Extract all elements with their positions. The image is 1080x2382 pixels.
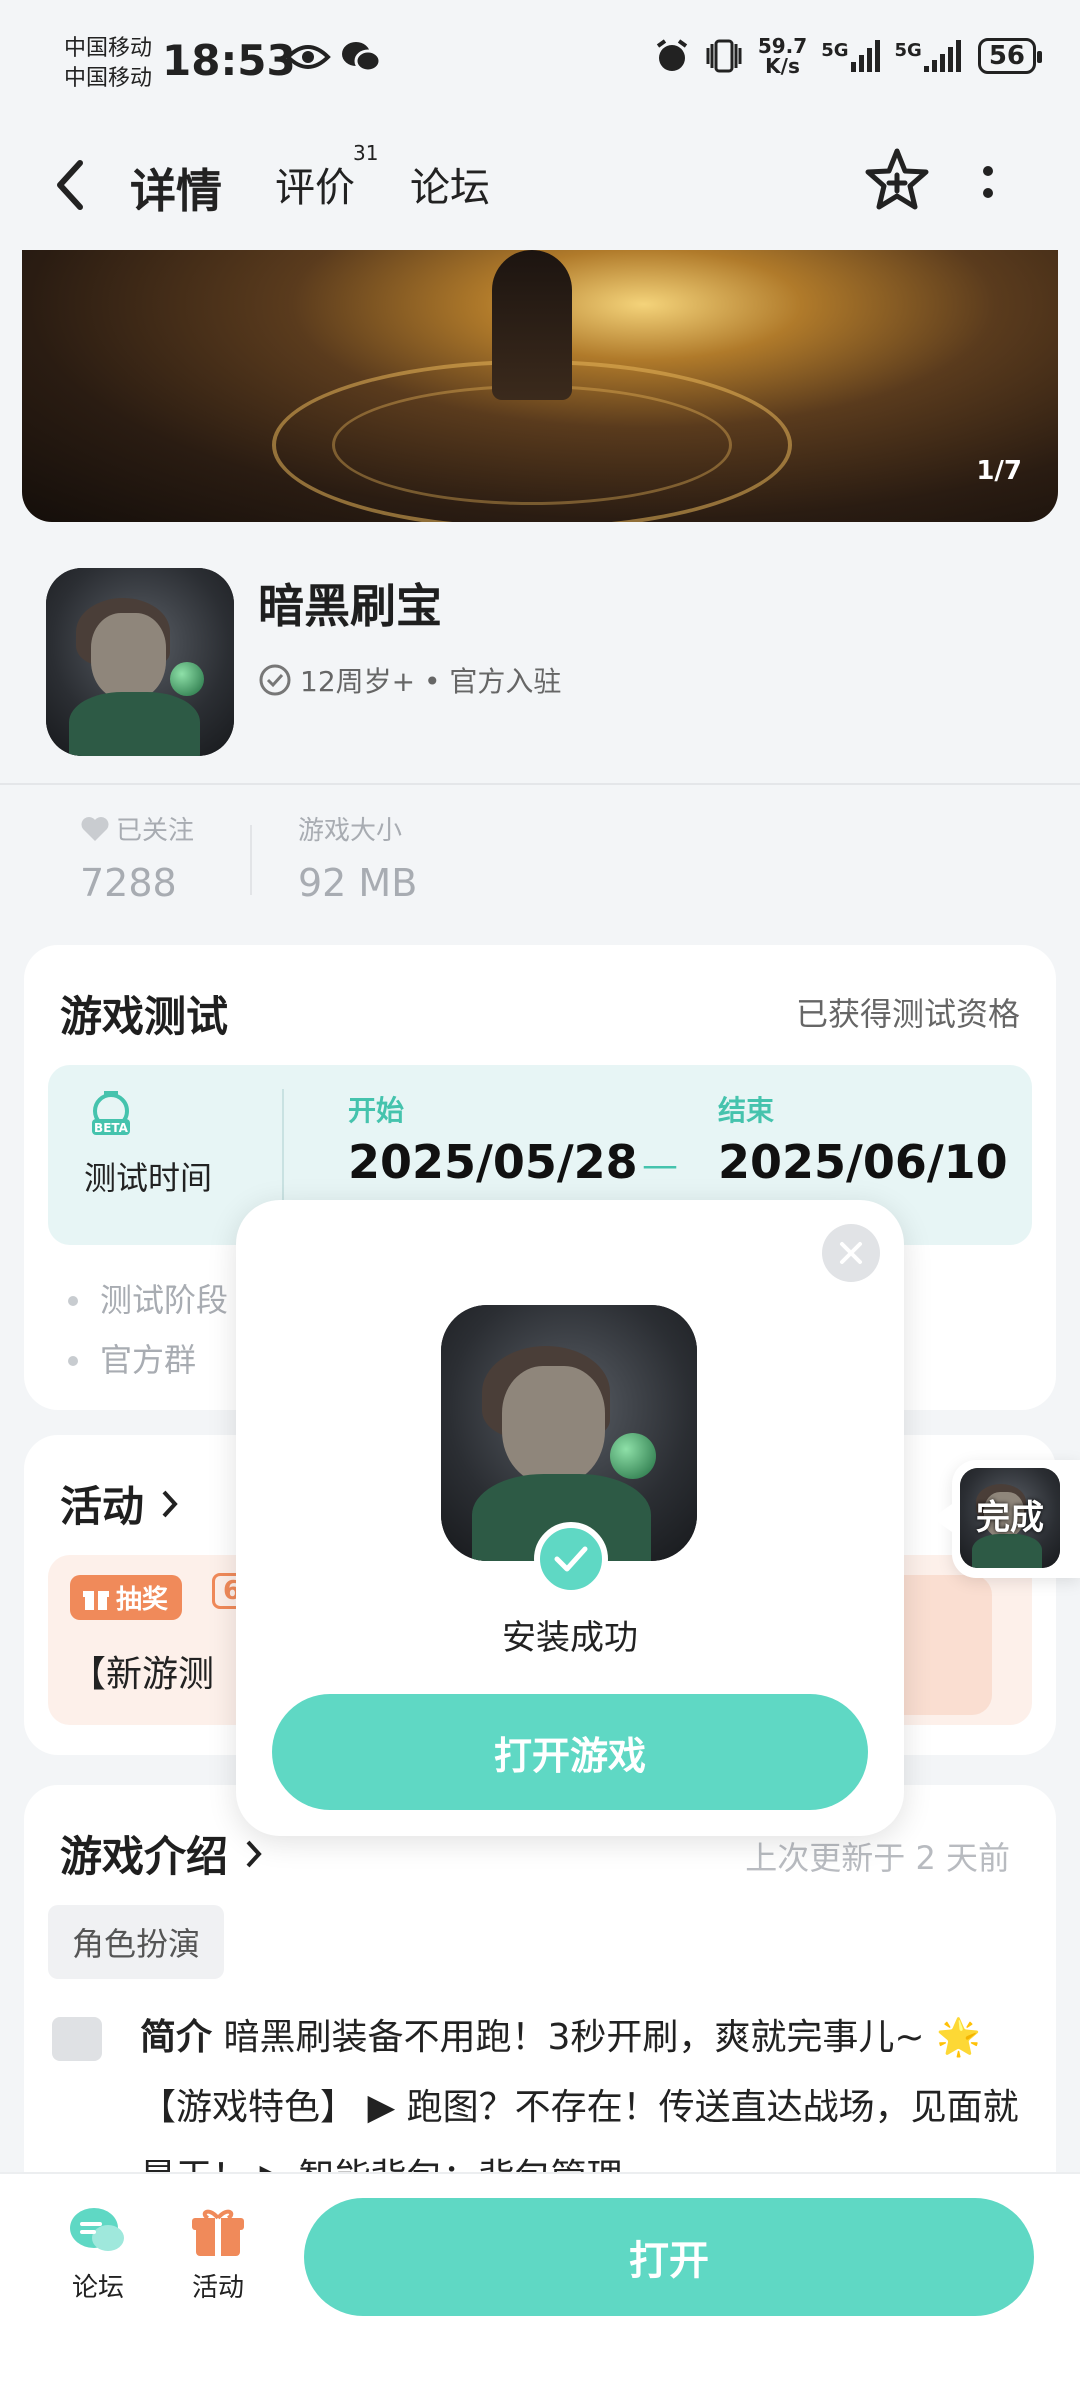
clock: 18:53: [162, 36, 296, 85]
more-vertical-icon: [983, 166, 993, 198]
follow-label: 已关注: [116, 816, 195, 846]
status-icons-left: [285, 40, 381, 74]
gift-icon: [192, 2209, 244, 2256]
test-time-label: 测试时间: [84, 1159, 213, 1197]
install-success-text: 安装成功: [502, 1618, 638, 1658]
more-button[interactable]: [978, 153, 1018, 213]
float-label: 完成: [976, 1498, 1044, 1538]
test-title: 游戏测试: [60, 992, 229, 1041]
activity-text: 【新游测: [70, 1654, 215, 1695]
bottom-forum-button[interactable]: 论坛: [66, 2204, 130, 2304]
tab-forum[interactable]: 论坛: [410, 155, 490, 213]
checkmark-icon: [534, 1522, 608, 1596]
carrier-2: 中国移动: [64, 66, 153, 91]
test-start: 开始 2025/05/28: [348, 1094, 638, 1189]
star-plus-icon: [865, 148, 929, 210]
beta-icon: BETA: [92, 1091, 130, 1135]
install-done-float[interactable]: 完成: [932, 1460, 1080, 1578]
size-value: 92 MB: [298, 861, 418, 905]
arrow-right-icon: —: [642, 1145, 678, 1186]
list-item: 测试阶段: [68, 1270, 228, 1330]
genre-tag[interactable]: 角色扮演: [48, 1905, 225, 1979]
status-icons-right: 59.7 K/s 5G 5G 56: [654, 34, 1043, 78]
test-start-date: 2025/05/28: [348, 1135, 638, 1189]
close-button[interactable]: [822, 1224, 880, 1282]
signal-bars-icon: [850, 40, 880, 72]
app-name: 暗黑刷宝: [258, 579, 442, 633]
open-game-button[interactable]: 打开游戏: [272, 1694, 868, 1810]
size-label: 游戏大小: [298, 816, 403, 846]
size-stat: 游戏大小 92 MB: [298, 810, 417, 905]
gift-icon: [83, 1590, 109, 1610]
open-button[interactable]: 打开: [304, 2198, 1034, 2316]
signal-bars-icon: [923, 40, 961, 72]
follow-count: 7288: [80, 861, 177, 905]
signal-2: 5G: [895, 40, 964, 72]
back-button[interactable]: [50, 153, 110, 223]
svg-text:BETA: BETA: [94, 1121, 129, 1135]
test-status: 已获得测试资格: [795, 995, 1020, 1033]
install-success-dialog: 安装成功 打开游戏: [236, 1200, 904, 1836]
app-meta: 12周岁+ • 官方入驻: [258, 660, 561, 700]
carrier-labels: 中国移动 中国移动: [64, 34, 152, 94]
test-info-list: 测试阶段 官方群: [68, 1270, 228, 1390]
tab-details[interactable]: 详情: [126, 155, 226, 221]
battery-indicator: 56: [977, 38, 1043, 74]
chat-bubble-icon: [70, 2208, 124, 2251]
carousel-counter: 1/7: [976, 456, 1022, 486]
heart-icon: [81, 816, 109, 841]
bottom-activity-button[interactable]: 活动: [190, 2204, 246, 2304]
lottery-badge: 抽奖: [70, 1575, 183, 1620]
favorite-button[interactable]: [862, 145, 932, 215]
game-intro-card: 游戏介绍 上次更新于 2 天前 角色扮演 简介 暗黑刷装备不用跑！3秒开刷，爽就…: [24, 1785, 1056, 2198]
document-icon: [52, 2017, 102, 2061]
carrier-1: 中国移动: [64, 36, 153, 61]
signal-1: 5G: [821, 40, 880, 72]
screenshot-carousel[interactable]: 1/7: [22, 250, 1058, 522]
bottom-bar: 论坛 活动 打开: [0, 2172, 1080, 2382]
app-stats: 已关注 7288 游戏大小 92 MB: [0, 790, 1080, 910]
test-end: 结束 2025/06/10: [718, 1094, 1008, 1189]
vibrate-icon: [706, 39, 742, 73]
list-item[interactable]: 官方群: [68, 1330, 228, 1390]
banner-character: [492, 250, 572, 400]
top-nav: 详情 评价 31 论坛: [0, 125, 1080, 250]
app-header: 暗黑刷宝 12周岁+ • 官方入驻: [0, 530, 1080, 785]
check-circle-icon: [259, 664, 291, 696]
intro-title-link[interactable]: 游戏介绍: [60, 1823, 265, 1884]
chevron-right-icon: [246, 1840, 262, 1868]
chevron-right-icon: [162, 1490, 178, 1518]
tab-reviews[interactable]: 评价 31: [275, 141, 378, 213]
intro-updated: 上次更新于 2 天前: [745, 1839, 1010, 1877]
alarm-icon: [656, 39, 687, 71]
test-end-date: 2025/06/10: [718, 1135, 1008, 1189]
net-speed: 59.7 K/s: [757, 34, 808, 78]
app-icon: [46, 568, 234, 756]
status-bar: 中国移动 中国移动 18:53 59.7 K/s 5G 5G 56: [0, 0, 1080, 125]
close-icon: [840, 1242, 862, 1264]
eye-icon: [285, 45, 331, 69]
chevron-left-icon: [57, 160, 83, 210]
review-count-badge: 31: [353, 141, 379, 165]
wechat-icon: [342, 42, 381, 73]
follow-stat[interactable]: 已关注 7288: [80, 810, 194, 905]
activity-title-link[interactable]: 活动: [60, 1473, 181, 1534]
